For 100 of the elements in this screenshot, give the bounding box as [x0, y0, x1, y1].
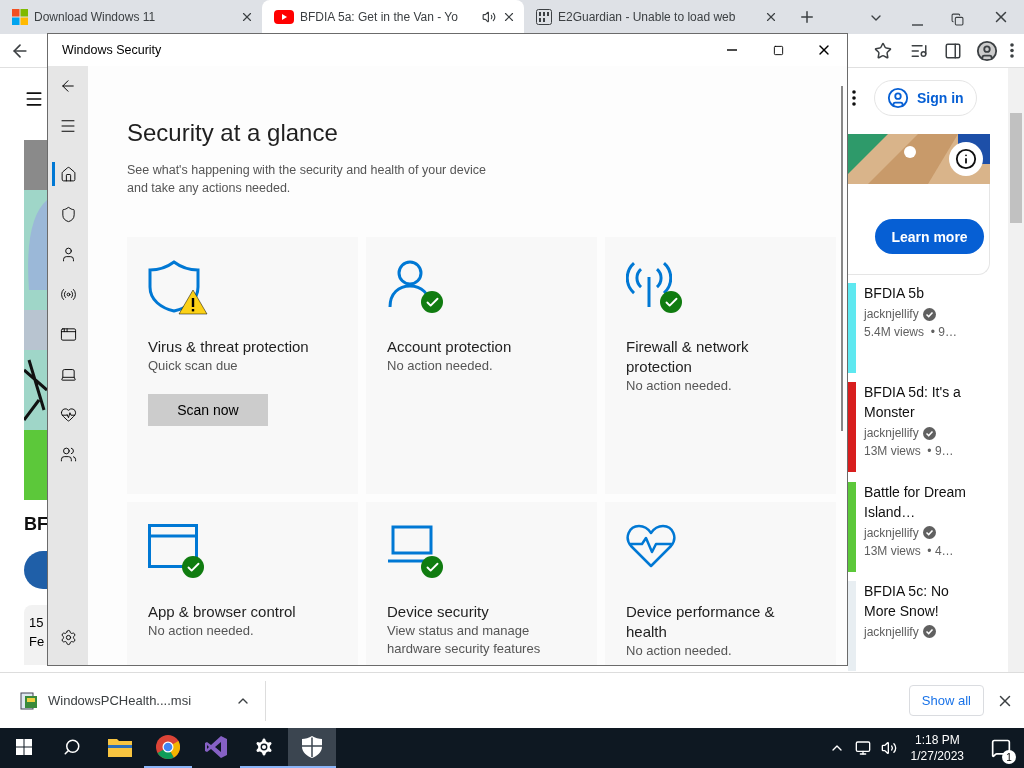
- people-icon: [59, 445, 77, 463]
- browser-tab[interactable]: E2Guardian - Unable to load web: [524, 0, 786, 34]
- warning-icon: [178, 289, 208, 315]
- notification-count: 1: [1002, 750, 1016, 764]
- speaker-icon[interactable]: [880, 740, 897, 756]
- installer-file-icon: [20, 690, 38, 711]
- antenna-icon: [626, 259, 672, 309]
- channel-name: jacknjellify: [864, 525, 919, 540]
- description-text: 15: [29, 615, 45, 630]
- scrollbar-thumb[interactable]: [1010, 113, 1022, 223]
- profile-icon: [976, 39, 998, 62]
- side-panel-icon: [944, 41, 962, 60]
- new-tab-button[interactable]: [798, 8, 816, 26]
- close-tab-button[interactable]: [240, 10, 254, 24]
- tile-title[interactable]: App & browser control: [148, 602, 328, 622]
- browser-tab[interactable]: BFDIA 5a: Get in the Van - Yo: [262, 0, 524, 34]
- scan-now-button[interactable]: Scan now: [148, 394, 268, 426]
- time-text: 1:18 PM: [914, 732, 960, 748]
- check-badge-icon: [182, 556, 204, 578]
- channel-avatar[interactable]: [24, 551, 47, 589]
- bookmark-star-button[interactable]: [874, 41, 892, 60]
- channel-name: jacknjellify: [864, 624, 919, 639]
- shield-icon: [302, 736, 322, 758]
- video-item[interactable]: BFDIA 5b jacknjellify 5.4M views • 9…: [848, 283, 1008, 375]
- notifications-button[interactable]: 1: [984, 730, 1018, 766]
- tab-title: E2Guardian - Unable to load web: [558, 10, 737, 24]
- heart-pulse-icon: [59, 405, 77, 423]
- tile-title[interactable]: Firewall & network protection: [626, 337, 806, 377]
- verified-check-icon: [922, 526, 936, 539]
- channel-name: jacknjellify: [864, 307, 919, 321]
- tab-title: Download Windows 11: [34, 10, 157, 24]
- security-tile[interactable]: Virus & threat protection Quick scan due Scan now: [127, 237, 358, 494]
- more-button[interactable]: [852, 90, 856, 106]
- browser-tab[interactable]: Download Windows 11: [0, 0, 262, 34]
- restore-button[interactable]: [951, 13, 964, 26]
- network-icon[interactable]: [854, 740, 871, 756]
- windows-logo-icon: [16, 739, 32, 755]
- tile-status: No action needed.: [626, 377, 733, 395]
- video-item[interactable]: Battle for Dream Island… jacknjellify 13M views • 4…: [848, 481, 1008, 573]
- check-badge-icon: [421, 291, 443, 313]
- security-tile[interactable]: App & browser control No action needed.: [127, 502, 358, 665]
- video-item[interactable]: BFDIA 5c: No More Snow! jacknjellify: [848, 580, 1008, 672]
- side-panel-button[interactable]: [944, 41, 962, 60]
- video-title: Battle for Dream Island…: [864, 482, 967, 522]
- tile-status: No action needed.: [626, 642, 733, 660]
- video-title: BFDIA 5b: [864, 284, 925, 303]
- gear-icon: [59, 628, 77, 646]
- gear-icon: [253, 736, 275, 758]
- profile-button[interactable]: [976, 39, 998, 62]
- video-item[interactable]: BFDIA 5d: It's a Monster jacknjellify 13M views • 9…: [848, 382, 1008, 474]
- close-icon: [502, 10, 516, 24]
- menu-button[interactable]: [1010, 43, 1014, 58]
- check-badge-icon: [660, 291, 682, 313]
- tile-title[interactable]: Virus & threat protection: [148, 337, 328, 357]
- close-tab-button[interactable]: [502, 10, 516, 24]
- clock[interactable]: 1:18 PM 1/27/2023: [910, 732, 964, 764]
- channel-name: jacknjellify: [864, 426, 919, 441]
- infinity-ribbon-icon: [204, 735, 228, 759]
- video-stats: 13M views • 4…: [864, 543, 955, 558]
- speaker-icon[interactable]: [482, 10, 496, 24]
- tile-title[interactable]: Device security: [387, 602, 567, 622]
- more-icon: [852, 90, 856, 106]
- selection-indicator: [52, 162, 55, 186]
- date-text: 1/27/2023: [910, 748, 964, 764]
- tile-title[interactable]: Device performance & health: [626, 602, 806, 642]
- shield-icon: [148, 259, 200, 313]
- taskbar-app[interactable]: [288, 728, 336, 768]
- heart-pulse-icon: [626, 524, 676, 568]
- video-title: BFDIA 5d: It's a Monster: [864, 383, 962, 423]
- video-title: BF: [24, 514, 47, 535]
- security-tile[interactable]: Account protection No action needed.: [366, 237, 597, 494]
- close-icon: [764, 10, 778, 24]
- show-all-button[interactable]: Show all: [908, 685, 984, 716]
- security-tile[interactable]: Device performance & health No action needed.: [605, 502, 836, 665]
- binary-page-icon: [536, 9, 552, 25]
- tile-status: No action needed.: [387, 357, 494, 375]
- download-item[interactable]: WindowsPCHealth....msi: [20, 680, 267, 721]
- scrollbar[interactable]: [841, 86, 843, 431]
- tile-status: View status and manage hardware security features: [387, 622, 542, 658]
- tile-status: Quick scan due: [148, 357, 239, 375]
- verified-check-icon: [922, 625, 936, 639]
- scrollbar[interactable]: [1008, 68, 1024, 672]
- description-text: Fe: [29, 634, 46, 649]
- browser-window-icon: [148, 524, 198, 568]
- verified-check-icon: [922, 307, 936, 321]
- learn-more-button[interactable]: Learn more: [875, 219, 984, 254]
- check-badge-icon: [421, 556, 443, 578]
- minimize-icon: [727, 49, 737, 51]
- verified-check-icon: [922, 426, 936, 440]
- page-description: See what's happening with the security and health of your device and take any actions needed.: [127, 162, 487, 197]
- close-tab-button[interactable]: [764, 10, 778, 24]
- security-tile[interactable]: Device security View status and manage hardware security features: [366, 502, 597, 665]
- sign-in-button[interactable]: Sign in: [874, 80, 977, 116]
- plus-icon: [798, 8, 816, 26]
- security-tile[interactable]: Firewall & network protection No action needed.: [605, 237, 836, 494]
- star-icon: [874, 41, 892, 60]
- chrome-icon: [156, 735, 180, 759]
- more-icon: [1010, 43, 1014, 58]
- page-heading: Security at a glance: [127, 119, 339, 147]
- tile-title[interactable]: Account protection: [387, 337, 567, 357]
